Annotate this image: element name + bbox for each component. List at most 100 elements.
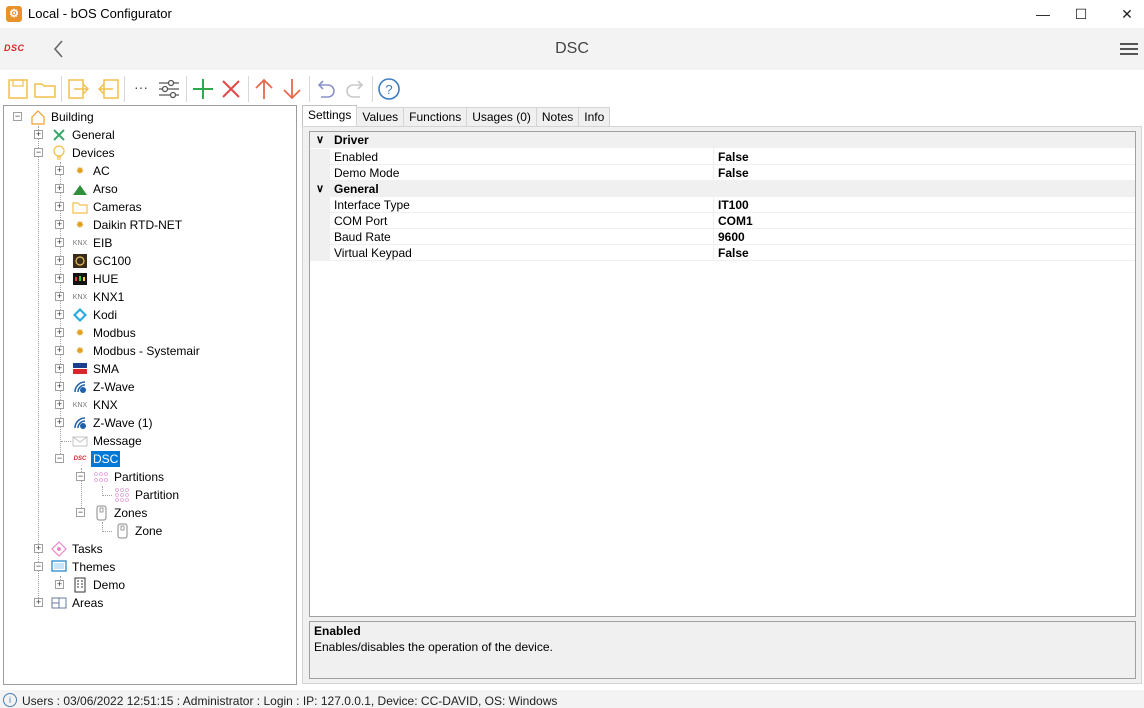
collapse-toggle[interactable]: − <box>76 508 85 517</box>
expand-toggle[interactable]: + <box>55 310 64 319</box>
tree-node-general[interactable]: General <box>51 126 117 144</box>
expand-toggle[interactable]: + <box>55 364 64 373</box>
property-row-com-port[interactable]: COM Port COM1 <box>310 213 1135 229</box>
tree-node-hue[interactable]: HUE <box>72 270 120 288</box>
collapse-toggle[interactable]: − <box>34 562 43 571</box>
property-name: Virtual Keypad <box>334 246 412 260</box>
tree-node-knx[interactable]: KNX KNX <box>72 396 120 414</box>
tree-node-building[interactable]: Building <box>30 108 96 126</box>
chevron-down-icon[interactable]: ∨ <box>316 133 324 146</box>
tree-node-zone[interactable]: Zone <box>114 522 164 540</box>
tab-settings[interactable]: Settings <box>302 105 358 126</box>
expand-toggle[interactable]: + <box>55 346 64 355</box>
tab-functions[interactable]: Functions <box>403 107 468 126</box>
property-value[interactable]: IT100 <box>718 198 749 212</box>
tree-view[interactable] <box>3 105 297 685</box>
tree-node-devices[interactable]: Devices <box>51 144 117 162</box>
expand-toggle[interactable]: + <box>55 274 64 283</box>
tree-node-zones[interactable]: Zones <box>93 504 149 522</box>
tree-node-areas[interactable]: Areas <box>51 594 105 612</box>
collapse-toggle[interactable]: − <box>76 472 85 481</box>
tree-node-ac[interactable]: ✹ AC <box>72 162 112 180</box>
expand-toggle[interactable]: + <box>55 382 64 391</box>
tree-node-sma[interactable]: SMA <box>72 360 121 378</box>
save-button[interactable] <box>5 76 31 102</box>
zwave-icon <box>72 415 88 431</box>
property-value[interactable]: COM1 <box>718 214 753 228</box>
move-down-button[interactable] <box>279 76 305 102</box>
export-button[interactable] <box>95 76 121 102</box>
expand-toggle[interactable]: + <box>55 400 64 409</box>
tree-node-partition[interactable]: Partition <box>114 486 181 504</box>
tree-node-partitions[interactable]: Partitions <box>93 468 166 486</box>
expand-toggle[interactable]: + <box>55 166 64 175</box>
property-value[interactable]: 9600 <box>718 230 745 244</box>
expand-toggle[interactable]: + <box>55 220 64 229</box>
property-name: Demo Mode <box>334 166 400 180</box>
expand-toggle[interactable]: + <box>55 292 64 301</box>
property-value[interactable]: False <box>718 166 749 180</box>
tree-node-tasks[interactable]: Tasks <box>51 540 105 558</box>
tree-node-themes[interactable]: Themes <box>51 558 117 576</box>
more-button[interactable]: ··· <box>128 76 154 102</box>
tree-node-knx1[interactable]: KNX KNX1 <box>72 288 126 306</box>
tree-node-modbus-systemair[interactable]: ✹ Modbus - Systemair <box>72 342 202 360</box>
tree-node-demo[interactable]: Demo <box>72 576 127 594</box>
category-driver[interactable]: ∨ Driver <box>310 132 1135 148</box>
tree-node-arso[interactable]: Arso <box>72 180 120 198</box>
hamburger-menu-icon[interactable] <box>1120 40 1138 58</box>
tree-node-zwave[interactable]: Z-Wave <box>72 378 137 396</box>
help-button[interactable]: ? <box>376 76 402 102</box>
property-row-virtual-keypad[interactable]: Virtual Keypad False <box>310 245 1135 261</box>
property-row-demo-mode[interactable]: Demo Mode False <box>310 165 1135 181</box>
expand-toggle[interactable]: + <box>55 328 64 337</box>
tree-node-gc100[interactable]: GC100 <box>72 252 133 270</box>
expand-toggle[interactable]: + <box>55 238 64 247</box>
property-row-interface-type[interactable]: Interface Type IT100 <box>310 197 1135 213</box>
tree-node-message[interactable]: Message <box>72 432 144 450</box>
property-value[interactable]: False <box>718 246 749 260</box>
tree-node-zwave-1[interactable]: Z-Wave (1) <box>72 414 155 432</box>
expand-toggle[interactable]: + <box>34 130 43 139</box>
tree-node-dsc[interactable]: DSC DSC <box>72 450 121 468</box>
expand-toggle[interactable]: + <box>55 184 64 193</box>
help-icon: ? <box>378 78 400 100</box>
tab-values[interactable]: Values <box>356 107 405 126</box>
tree-node-cameras[interactable]: Cameras <box>72 198 144 216</box>
close-button[interactable]: ✕ <box>1104 0 1144 28</box>
tree-node-daikin[interactable]: ✹ Daikin RTD-NET <box>72 216 184 234</box>
collapse-toggle[interactable]: − <box>55 454 64 463</box>
settings-button[interactable] <box>156 76 182 102</box>
open-button[interactable] <box>32 76 58 102</box>
property-row-baud-rate[interactable]: Baud Rate 9600 <box>310 229 1135 245</box>
expand-toggle[interactable]: + <box>55 256 64 265</box>
category-general[interactable]: ∨ General <box>310 181 1135 197</box>
collapse-toggle[interactable]: − <box>13 112 22 121</box>
toolbar-separator <box>61 76 62 102</box>
tab-notes[interactable]: Notes <box>535 107 580 126</box>
expand-toggle[interactable]: + <box>55 418 64 427</box>
move-up-button[interactable] <box>251 76 277 102</box>
maximize-button[interactable]: ☐ <box>1058 0 1104 28</box>
expand-toggle[interactable]: + <box>34 544 43 553</box>
property-name: COM Port <box>334 214 388 228</box>
expand-toggle[interactable]: + <box>34 598 43 607</box>
import-button[interactable] <box>66 76 92 102</box>
delete-button[interactable] <box>218 76 244 102</box>
tab-usages[interactable]: Usages (0) <box>466 107 537 126</box>
chevron-down-icon[interactable]: ∨ <box>316 182 324 195</box>
undo-button[interactable] <box>313 76 339 102</box>
property-row-enabled[interactable]: Enabled False <box>310 149 1135 165</box>
expand-toggle[interactable]: + <box>55 202 64 211</box>
collapse-toggle[interactable]: − <box>34 148 43 157</box>
tab-info[interactable]: Info <box>578 107 611 126</box>
add-button[interactable] <box>190 76 216 102</box>
tree-node-modbus[interactable]: ✹ Modbus <box>72 324 138 342</box>
redo-button[interactable] <box>342 76 368 102</box>
column-separator[interactable] <box>713 148 714 260</box>
sma-icon <box>72 361 88 377</box>
tree-node-eib[interactable]: KNX EIB <box>72 234 114 252</box>
expand-toggle[interactable]: + <box>55 580 64 589</box>
tree-node-kodi[interactable]: Kodi <box>72 306 119 324</box>
property-value[interactable]: False <box>718 150 749 164</box>
